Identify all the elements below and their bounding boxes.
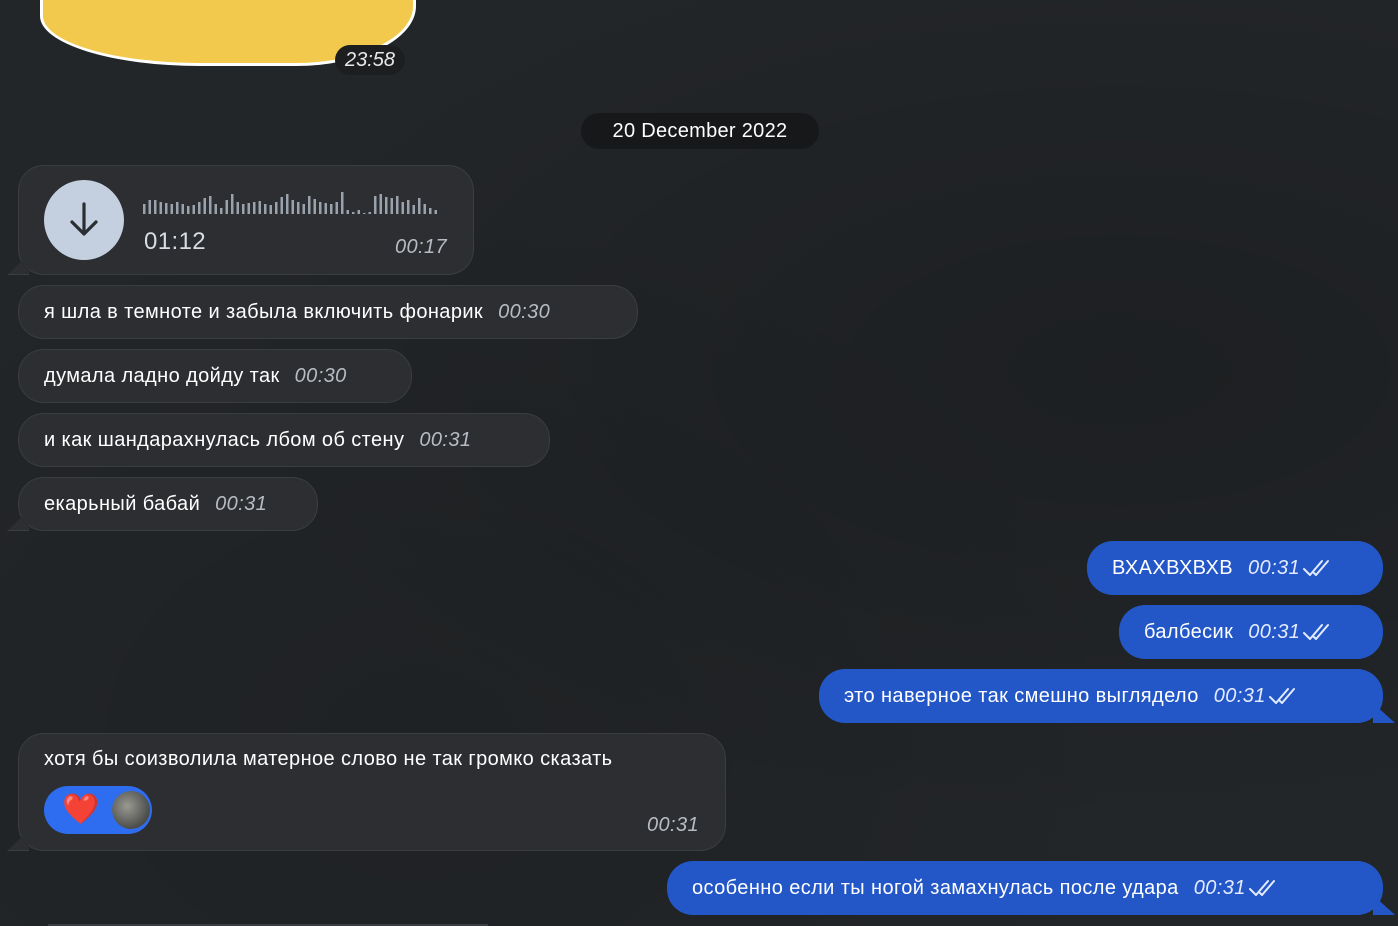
- waveform-bar: [165, 203, 168, 214]
- waveform-bar: [253, 202, 256, 214]
- message-bubble[interactable]: думала ладно дойду так 00:30: [18, 349, 412, 403]
- waveform-bar: [385, 197, 388, 214]
- avatar: [111, 791, 150, 829]
- waveform-bar: [159, 202, 162, 214]
- double-check-icon: [1303, 560, 1330, 576]
- message-timestamp: 00:30: [498, 300, 551, 323]
- waveform-bar: [313, 199, 316, 214]
- waveform-bar: [176, 202, 179, 214]
- message-text: балбесик: [1144, 620, 1234, 643]
- waveform-bar: [429, 208, 432, 214]
- voice-waveform[interactable]: [143, 192, 443, 216]
- waveform-bar: [225, 200, 228, 214]
- waveform-bar: [401, 202, 404, 214]
- waveform-bar: [203, 198, 206, 214]
- double-check-icon: [1268, 688, 1295, 704]
- waveform-bar: [379, 194, 382, 214]
- message-text: я шла в темноте и забыла включить фонари…: [44, 300, 484, 323]
- message-timestamp: 00:31: [646, 814, 699, 836]
- message-timestamp: 00:31: [1248, 556, 1301, 579]
- voice-message-bubble[interactable]: 01:12 00:17: [18, 165, 474, 275]
- waveform-bar: [297, 202, 300, 214]
- message-text: думала ладно дойду так: [44, 364, 280, 387]
- waveform-bar: [247, 203, 250, 214]
- message-text: хотя бы соизволила матерное слово не так…: [44, 748, 613, 770]
- message-timestamp: 00:31: [1193, 876, 1246, 899]
- message-bubble[interactable]: это наверное так смешно выглядело 00:31: [819, 669, 1383, 723]
- date-separator: 20 December 2022: [581, 113, 819, 149]
- waveform-bar: [374, 196, 377, 214]
- waveform-bar: [390, 198, 393, 214]
- waveform-bar: [143, 204, 146, 214]
- waveform-bar: [302, 204, 305, 214]
- waveform-bar: [275, 202, 278, 214]
- waveform-bar: [148, 200, 151, 214]
- message-timestamp: 00:31: [1213, 684, 1266, 707]
- double-check-icon: [1248, 880, 1275, 896]
- waveform-bar: [341, 192, 344, 214]
- message-bubble[interactable]: и как шандарахнулась лбом об стену 00:31: [18, 413, 550, 467]
- waveform-bar: [346, 210, 349, 214]
- message-text: это наверное так смешно выглядело: [844, 684, 1199, 707]
- waveform-bar: [324, 203, 327, 214]
- voice-duration: 01:12: [144, 228, 207, 255]
- waveform-bar: [231, 194, 234, 214]
- waveform-bar: [418, 198, 421, 214]
- message-text: особенно если ты ногой замахнулась после…: [692, 876, 1179, 899]
- waveform-bar: [192, 205, 195, 214]
- message-bubble[interactable]: особенно если ты ногой замахнулась после…: [667, 861, 1383, 915]
- message-timestamp: 00:31: [215, 492, 268, 515]
- heart-icon: ❤️: [62, 793, 100, 826]
- waveform-bar: [280, 197, 283, 214]
- waveform-bar: [269, 205, 272, 214]
- waveform-bar: [209, 196, 212, 214]
- waveform-bar: [335, 202, 338, 214]
- message-timestamp: 00:30: [294, 364, 347, 387]
- waveform-bar: [319, 202, 322, 214]
- waveform-bar: [170, 204, 173, 214]
- message-bubble[interactable]: я шла в темноте и забыла включить фонари…: [18, 285, 638, 339]
- waveform-bar: [357, 210, 360, 214]
- message-bubble[interactable]: екарьный бабай 00:31: [18, 477, 318, 531]
- message-text: екарьный бабай: [44, 492, 201, 515]
- message-timestamp: 00:31: [1248, 620, 1301, 643]
- waveform-bar: [198, 202, 201, 214]
- waveform-bar: [363, 213, 366, 214]
- waveform-bar: [236, 202, 239, 214]
- waveform-bar: [258, 201, 261, 214]
- waveform-bar: [291, 200, 294, 214]
- waveform-bar: [154, 200, 157, 214]
- waveform-bar: [264, 204, 267, 214]
- double-check-icon: [1303, 624, 1330, 640]
- waveform-bar: [308, 196, 311, 214]
- message-timestamp: 00:31: [419, 428, 472, 451]
- waveform-bar: [423, 204, 426, 214]
- reaction-chip[interactable]: ❤️: [44, 786, 152, 834]
- waveform-bar: [396, 196, 399, 214]
- waveform-bar: [407, 200, 410, 214]
- waveform-bar: [214, 204, 217, 214]
- waveform-bar: [181, 204, 184, 214]
- waveform-bar: [286, 194, 289, 214]
- download-arrow-icon[interactable]: [44, 180, 124, 260]
- waveform-bar: [187, 206, 190, 214]
- waveform-bar: [412, 205, 415, 214]
- waveform-bar: [242, 204, 245, 214]
- message-text: и как шандарахнулась лбом об стену: [44, 428, 405, 451]
- waveform-bar: [368, 212, 371, 214]
- message-text: ВХАХВХВХВ: [1112, 556, 1234, 579]
- sticker-timestamp: 23:58: [335, 45, 406, 75]
- message-bubble[interactable]: ВХАХВХВХВ 00:31: [1087, 541, 1383, 595]
- voice-timestamp: 00:17: [394, 236, 447, 258]
- waveform-bar: [330, 204, 333, 214]
- waveform-bar: [220, 208, 223, 214]
- waveform-bar: [434, 210, 437, 214]
- message-bubble[interactable]: балбесик 00:31: [1119, 605, 1383, 659]
- waveform-bar: [352, 212, 355, 214]
- message-bubble[interactable]: хотя бы соизволила матерное слово не так…: [18, 733, 726, 851]
